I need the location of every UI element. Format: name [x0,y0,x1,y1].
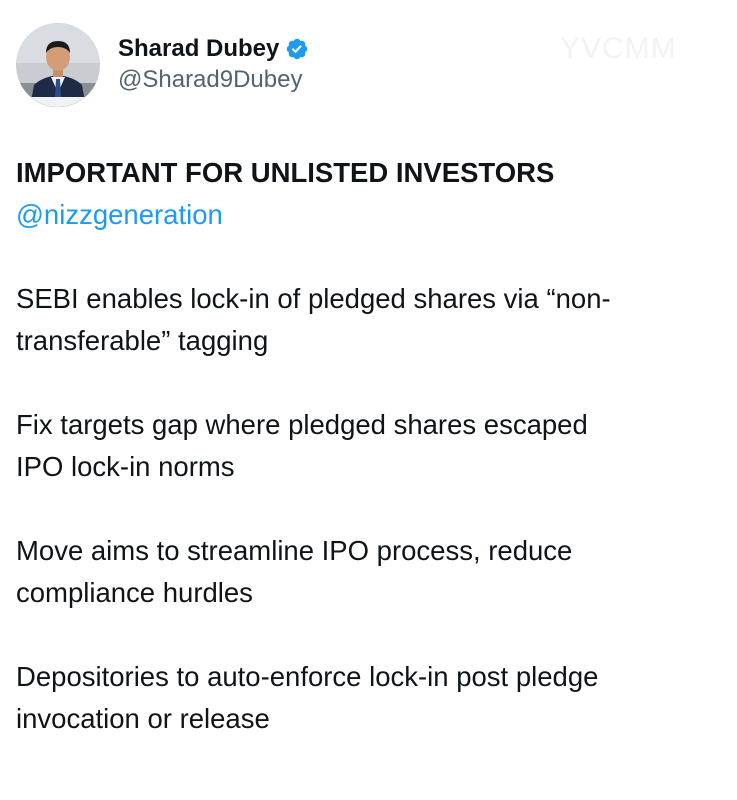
verified-badge-icon[interactable] [285,37,309,61]
author-identity: Sharad Dubey @Sharad9Dubey [118,34,309,96]
post-headline: IMPORTANT FOR UNLISTED INVESTORS [16,157,555,188]
paragraph-line: compliance hurdles [16,577,253,608]
tweet-body: IMPORTANT FOR UNLISTED INVESTORS @nizzge… [16,152,721,740]
paragraph-line: SEBI enables lock-in of pledged shares v… [16,283,611,314]
paragraph-line: invocation or release [16,703,270,734]
paragraph-line: transferable” tagging [16,325,269,356]
post-paragraph-1: SEBI enables lock-in of pledged shares v… [16,278,721,362]
post-paragraph-3: Move aims to streamline IPO process, red… [16,530,721,614]
author-display-name[interactable]: Sharad Dubey [118,34,279,64]
paragraph-line: Move aims to streamline IPO process, red… [16,535,573,566]
author-handle[interactable]: @Sharad9Dubey [118,64,309,96]
paragraph-line: Depositories to auto-enforce lock-in pos… [16,661,599,692]
tweet-card: Sharad Dubey @Sharad9Dubey YVCMM IMPORTA… [0,0,737,800]
avatar[interactable] [16,23,100,107]
tweet-header: Sharad Dubey @Sharad9Dubey [16,20,309,110]
post-paragraph-4: Depositories to auto-enforce lock-in pos… [16,656,721,740]
paragraph-line: Fix targets gap where pledged shares esc… [16,409,588,440]
watermark: YVCMM [560,32,677,65]
mention-link[interactable]: @nizzgeneration [16,194,721,236]
author-name-row[interactable]: Sharad Dubey [118,34,309,64]
profile-photo-icon [16,23,100,107]
paragraph-line: IPO lock-in norms [16,451,235,482]
post-paragraph-2: Fix targets gap where pledged shares esc… [16,404,721,488]
